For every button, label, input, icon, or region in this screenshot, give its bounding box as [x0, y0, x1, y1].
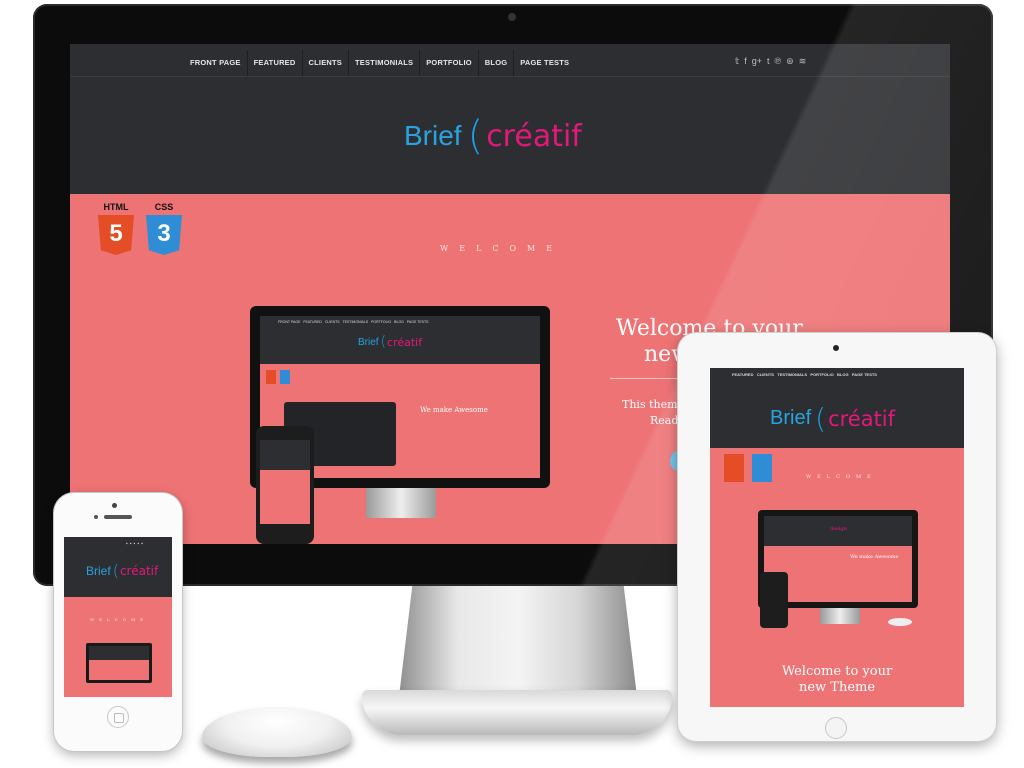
iphone-speaker [104, 515, 132, 519]
iphone-welcome: WELCOME [90, 617, 149, 622]
html5-shield-icon: 5 [98, 215, 134, 255]
ipad-camera [833, 345, 839, 351]
logo-paren: ( [467, 113, 484, 159]
html5-badge: HTML 5 [98, 202, 134, 255]
iphone-screen: ▪▪▪▪▪ Brief ( créatif WELCOME [64, 537, 172, 697]
imac-stand-base [362, 690, 672, 735]
nav-featured[interactable]: FEATURED [248, 50, 303, 76]
preview-html5-icon [266, 370, 276, 384]
iphone-site-header: ▪▪▪▪▪ Brief ( créatif [64, 537, 172, 597]
social-links: 𝕥 f g+ t ℗ ⊛ ≋ [735, 54, 806, 68]
iphone-social-icons: ▪▪▪▪▪ [126, 541, 145, 547]
ipad-site-body: WELCOME design We make Awesome Welcome t… [710, 448, 964, 707]
nav-testimonials[interactable]: TESTIMONIALS [349, 50, 421, 76]
iphone-logo[interactable]: Brief ( créatif [86, 561, 158, 580]
nav-clients[interactable]: CLIENTS [303, 50, 349, 76]
css3-shield-icon: 3 [146, 215, 182, 255]
ipad-hero-line2: new Theme [798, 680, 876, 695]
nav-front-page[interactable]: FRONT PAGE [184, 50, 248, 76]
ipad-logo[interactable]: Brief ( créatif [770, 402, 895, 435]
ipad-hero-line1: Welcome to your [781, 664, 893, 679]
html5-label: HTML [103, 202, 129, 212]
preview-nav: FRONT PAGE FEATURED CLIENTS TESTIMONIALS… [278, 320, 429, 324]
ipad-preview-header: design [764, 516, 912, 546]
iphone-logo-brief: Brief [86, 563, 111, 578]
dribbble-icon[interactable]: ⊛ [786, 54, 794, 68]
twitter-icon[interactable]: 𝕥 [735, 54, 739, 68]
main-nav: FRONT PAGE FEATURED CLIENTS TESTIMONIALS… [184, 50, 575, 76]
preview-logo-paren: ( [380, 334, 387, 350]
ipad-welcome: WELCOME [806, 474, 877, 480]
preview-stand [366, 488, 436, 518]
css3-badge: CSS 3 [146, 202, 182, 255]
ipad-preview-mouse [888, 618, 912, 626]
nav-portfolio[interactable]: PORTFOLIO [420, 50, 479, 76]
magic-mouse [202, 707, 352, 757]
ipad-preview-awesome: We make Awesome [850, 554, 899, 560]
ipad-site-header: FEATURED CLIENTS TESTIMONIALS PORTFOLIO … [710, 368, 964, 448]
preview-css3-icon [280, 370, 290, 384]
site-logo[interactable]: Brief ( créatif [404, 116, 582, 156]
iphone-camera [112, 503, 117, 508]
nav-blog[interactable]: BLOG [479, 50, 515, 76]
preview-logo-creatif: créatif [387, 335, 423, 349]
ipad-screen: FEATURED CLIENTS TESTIMONIALS PORTFOLIO … [710, 368, 964, 707]
preview-awesome-heading: We make Awesome [420, 406, 488, 414]
iphone-logo-creatif: créatif [119, 563, 159, 578]
welcome-heading: WELCOME [440, 244, 564, 253]
iphone-home-button[interactable] [107, 706, 129, 728]
google-plus-icon[interactable]: g+ [752, 54, 762, 68]
preview-phone-header [260, 440, 310, 470]
rss-icon[interactable]: ≋ [799, 54, 807, 68]
ipad-preview-design: design [830, 526, 847, 532]
logo-text-creatif: créatif [486, 118, 582, 154]
imac-camera [508, 13, 516, 21]
site-header: FRONT PAGE FEATURED CLIENTS TESTIMONIALS… [70, 44, 950, 194]
ipad-nav: FEATURED CLIENTS TESTIMONIALS PORTFOLIO … [732, 372, 877, 377]
ipad-preview-phone [760, 572, 788, 628]
iphone-sensor [94, 515, 98, 519]
preview-phone-screen [260, 440, 310, 524]
iphone-logo-paren: ( [112, 561, 119, 580]
css3-label: CSS [154, 202, 174, 212]
ipad-logo-paren: ( [815, 402, 827, 435]
ipad-device: FEATURED CLIENTS TESTIMONIALS PORTFOLIO … [678, 333, 996, 741]
ipad-preview-stand [820, 608, 860, 624]
ipad-css3-icon [752, 454, 772, 482]
ipad-logo-creatif: créatif [828, 406, 896, 431]
ipad-html5-icon [724, 454, 744, 482]
ipad-home-button[interactable] [825, 717, 847, 739]
iphone-device: ▪▪▪▪▪ Brief ( créatif WELCOME [54, 493, 182, 751]
iphone-preview-imac [86, 643, 152, 683]
facebook-icon[interactable]: f [744, 54, 747, 68]
preview-phone [256, 426, 314, 544]
imac-stand [398, 585, 638, 705]
preview-logo: Brief ( créatif [358, 334, 422, 350]
pinterest-icon[interactable]: ℗ [775, 54, 782, 68]
preview-header: FRONT PAGE FEATURED CLIENTS TESTIMONIALS… [260, 316, 540, 364]
nav-divider [70, 76, 950, 77]
tumblr-icon[interactable]: t [767, 54, 770, 68]
iphone-site-body: WELCOME [64, 597, 172, 697]
preview-logo-brief: Brief [358, 336, 379, 348]
iphone-preview-header [89, 646, 149, 660]
logo-text-brief: Brief [404, 120, 462, 151]
iphone-preview-body [89, 660, 149, 680]
ipad-logo-brief: Brief [770, 407, 812, 429]
nav-page-tests[interactable]: PAGE TESTS [514, 50, 575, 76]
